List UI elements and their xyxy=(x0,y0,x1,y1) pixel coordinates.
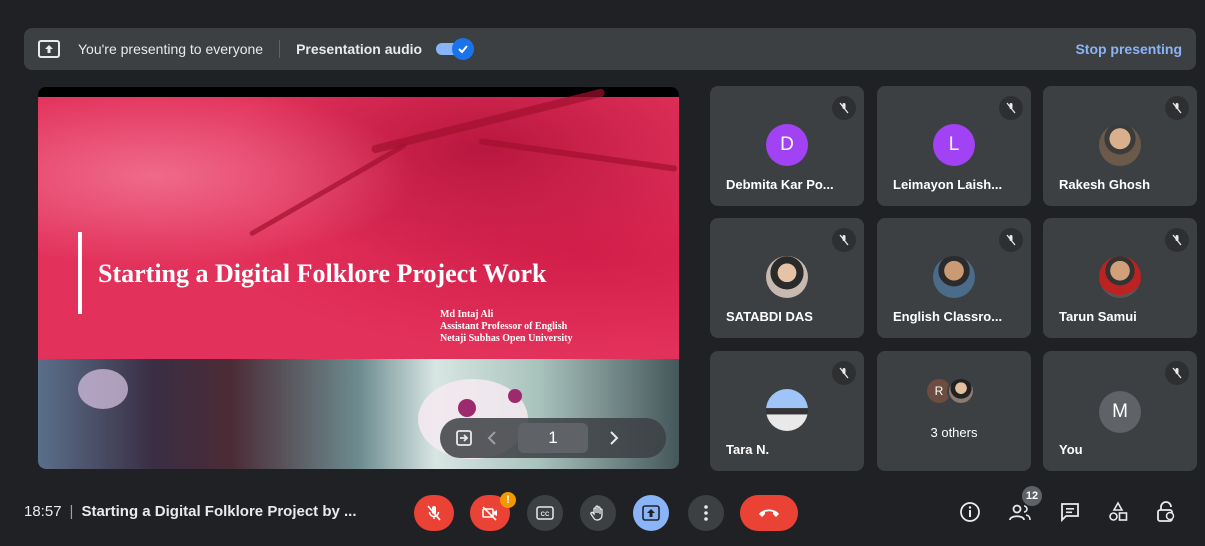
raise-hand-button[interactable] xyxy=(580,495,616,531)
present-now-button[interactable] xyxy=(633,495,669,531)
present-to-all-icon xyxy=(642,505,660,521)
avatar-photo xyxy=(766,389,808,431)
others-count-label: 3 others xyxy=(930,425,978,440)
svg-text:CC: CC xyxy=(541,512,550,518)
people-count-badge: 12 xyxy=(1022,486,1042,506)
participant-name: Debmita Kar Po... xyxy=(726,177,834,192)
divider xyxy=(279,40,281,58)
activities-icon xyxy=(1109,501,1128,521)
divider: | xyxy=(69,503,74,520)
microphone-toggle-button[interactable] xyxy=(414,495,454,531)
exit-slide-controls-icon[interactable] xyxy=(450,424,478,452)
self-tile[interactable]: M You xyxy=(1043,351,1197,471)
camera-off-icon xyxy=(482,506,497,521)
slide-branch-decoration xyxy=(248,142,408,237)
present-to-all-icon xyxy=(38,40,60,58)
mic-off-icon xyxy=(427,505,441,521)
slide-pager: 1 xyxy=(440,418,666,458)
next-slide-button[interactable] xyxy=(600,424,628,452)
lock-person-icon xyxy=(1157,501,1175,522)
meeting-time: 18:57 xyxy=(24,503,62,520)
participant-name: SATABDI DAS xyxy=(726,309,813,324)
participant-name: Tarun Samui xyxy=(1059,309,1137,324)
mic-off-icon xyxy=(1165,96,1189,120)
participant-name: You xyxy=(1059,442,1083,457)
avatar-photo xyxy=(933,256,975,298)
participant-name: Leimayon Laish... xyxy=(893,177,1003,192)
slide-author-line: Netaji Subhas Open University xyxy=(440,333,573,344)
host-controls-button[interactable] xyxy=(1152,498,1180,526)
mic-off-icon xyxy=(1165,228,1189,252)
participant-tile[interactable]: D Debmita Kar Po... xyxy=(710,86,864,206)
hand-icon xyxy=(590,505,603,521)
participant-tile[interactable]: Tara N. xyxy=(710,351,864,471)
more-options-button[interactable] xyxy=(688,495,724,531)
mic-off-icon xyxy=(999,228,1023,252)
presentation-audio-toggle[interactable] xyxy=(436,38,475,60)
presenting-banner: You're presenting to everyone Presentati… xyxy=(24,28,1196,70)
mic-off-icon xyxy=(832,96,856,120)
slide-author-line: Assistant Professor of English xyxy=(440,321,568,332)
mic-off-icon xyxy=(832,228,856,252)
slide-author: Md Intaj Ali Assistant Professor of Engl… xyxy=(440,309,573,345)
avatar: D xyxy=(766,124,808,166)
meeting-title: Starting a Digital Folklore Project by .… xyxy=(81,503,357,520)
bottom-control-bar: 18:57 | Starting a Digital Folklore Projec… xyxy=(0,486,1205,538)
avatar-photo xyxy=(1099,124,1141,166)
mic-off-icon xyxy=(832,361,856,385)
mic-off-icon xyxy=(1165,361,1189,385)
call-end-icon xyxy=(759,509,779,517)
avatar: M xyxy=(1099,391,1141,433)
slide-accent-bar xyxy=(78,232,82,314)
presentation-audio-label: Presentation audio xyxy=(296,41,423,57)
more-vert-icon xyxy=(704,505,708,521)
closed-captions-icon: CC xyxy=(536,506,554,520)
others-tile[interactable]: R 3 others xyxy=(877,351,1031,471)
participant-tile[interactable]: Rakesh Ghosh xyxy=(1043,86,1197,206)
slide-author-line: Md Intaj Ali xyxy=(440,309,494,320)
slide-flower-decoration xyxy=(78,369,128,409)
slide-page-number[interactable]: 1 xyxy=(518,423,588,453)
avatar-photo xyxy=(1099,256,1141,298)
captions-button[interactable]: CC xyxy=(527,495,563,531)
activities-button[interactable] xyxy=(1104,498,1132,526)
meeting-info: 18:57 | Starting a Digital Folklore Projec… xyxy=(24,503,357,520)
slide-title: Starting a Digital Folklore Project Work xyxy=(98,259,547,288)
participant-tile[interactable]: SATABDI DAS xyxy=(710,218,864,338)
slide-flower-decoration xyxy=(458,399,476,417)
previous-slide-button[interactable] xyxy=(478,424,506,452)
participant-tile[interactable]: Tarun Samui xyxy=(1043,218,1197,338)
participant-tile[interactable]: L Leimayon Laish... xyxy=(877,86,1031,206)
leave-call-button[interactable] xyxy=(740,495,798,531)
participant-name: English Classro... xyxy=(893,309,1003,324)
participant-name: Tara N. xyxy=(726,442,770,457)
slide-background-top xyxy=(38,88,679,359)
mic-off-icon xyxy=(999,96,1023,120)
slide-branch-decoration xyxy=(478,138,678,172)
meeting-details-button[interactable] xyxy=(956,498,984,526)
info-icon xyxy=(960,502,980,522)
chat-button[interactable] xyxy=(1056,498,1084,526)
check-icon xyxy=(452,38,475,60)
participant-tile[interactable]: English Classro... xyxy=(877,218,1031,338)
slide-flower-decoration xyxy=(508,389,522,403)
presenting-text: You're presenting to everyone xyxy=(78,41,264,57)
stop-presenting-button[interactable]: Stop presenting xyxy=(1075,41,1182,57)
participant-name: Rakesh Ghosh xyxy=(1059,177,1151,192)
chat-icon xyxy=(1061,503,1079,522)
camera-alert-badge: ! xyxy=(500,492,516,508)
avatar-photo xyxy=(766,256,808,298)
presentation-slide: Starting a Digital Folklore Project Work… xyxy=(38,87,679,469)
avatar-photo xyxy=(947,377,975,405)
avatar: L xyxy=(933,124,975,166)
